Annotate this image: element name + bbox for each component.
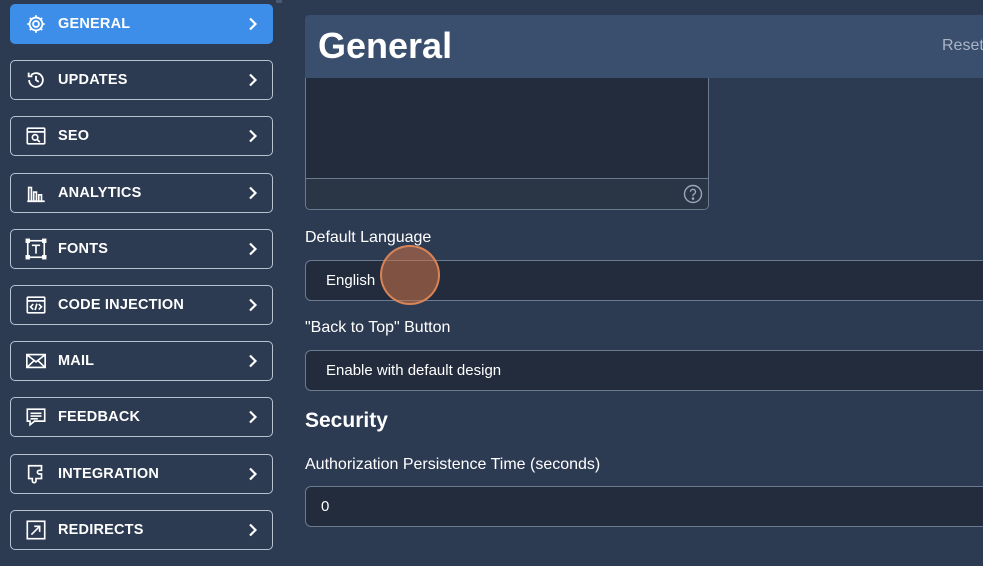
sidebar-item-label: MAIL	[58, 353, 95, 370]
auth-persistence-label: Authorization Persistence Time (seconds)	[305, 456, 601, 473]
chevron-right-icon	[246, 467, 260, 481]
sidebar-item-code-injection[interactable]: CODE INJECTION	[10, 284, 273, 325]
chevron-right-icon	[246, 410, 260, 424]
sidebar-item-label: GENERAL	[58, 16, 131, 32]
chevron-right-icon	[246, 298, 260, 312]
security-heading: Security	[305, 409, 388, 432]
history-icon	[25, 69, 47, 91]
cursor-indicator	[380, 245, 440, 305]
settings-sidebar: GENERAL UPDATES SEO ANALYTICS FONTS CODE…	[10, 4, 273, 566]
sidebar-item-label: SEO	[58, 128, 90, 145]
sidebar-item-feedback[interactable]: FEEDBACK	[10, 397, 273, 438]
sidebar-item-analytics[interactable]: ANALYTICS	[10, 172, 273, 213]
text-area[interactable]	[305, 78, 709, 210]
chevron-right-icon	[246, 354, 260, 368]
sidebar-item-label: ANALYTICS	[58, 184, 142, 201]
top-divider-stub	[276, 0, 282, 3]
redirect-arrow-icon	[25, 519, 47, 541]
sidebar-item-seo[interactable]: SEO	[10, 116, 273, 157]
gear-icon	[25, 13, 47, 35]
help-icon[interactable]	[683, 184, 703, 204]
auth-persistence-input[interactable]: 0	[305, 486, 983, 527]
puzzle-icon	[25, 463, 47, 485]
chevron-right-icon	[246, 129, 260, 143]
page-title: General	[318, 25, 453, 66]
sidebar-item-label: INTEGRATION	[58, 465, 160, 482]
back-to-top-select[interactable]: Enable with default design	[305, 350, 983, 391]
sidebar-item-general[interactable]: GENERAL	[10, 4, 273, 44]
chevron-right-icon	[246, 523, 260, 537]
sidebar-item-label: REDIRECTS	[58, 521, 144, 538]
sidebar-item-integration[interactable]: INTEGRATION	[10, 453, 273, 494]
sidebar-item-label: FEEDBACK	[58, 409, 141, 426]
envelope-icon	[25, 350, 47, 372]
seo-window-icon	[25, 125, 47, 147]
chat-bubble-icon	[25, 406, 47, 428]
reset-button[interactable]: Reset	[942, 37, 983, 55]
sidebar-item-updates[interactable]: UPDATES	[10, 60, 273, 101]
sidebar-item-redirects[interactable]: REDIRECTS	[10, 509, 273, 550]
chevron-right-icon	[246, 242, 260, 256]
sidebar-item-label: UPDATES	[58, 72, 128, 89]
code-window-icon	[25, 294, 47, 316]
chevron-right-icon	[246, 17, 260, 31]
chevron-right-icon	[246, 73, 260, 87]
sidebar-item-label: CODE INJECTION	[58, 296, 185, 313]
sidebar-item-fonts[interactable]: FONTS	[10, 228, 273, 269]
page-header: General Reset	[305, 15, 983, 78]
bar-chart-icon	[25, 182, 47, 204]
back-to-top-label: "Back to Top" Button	[305, 319, 451, 336]
text-area-footer	[306, 178, 708, 209]
sidebar-item-label: FONTS	[58, 240, 109, 257]
sidebar-item-mail[interactable]: MAIL	[10, 341, 273, 382]
text-frame-icon	[25, 238, 47, 260]
chevron-right-icon	[246, 186, 260, 200]
